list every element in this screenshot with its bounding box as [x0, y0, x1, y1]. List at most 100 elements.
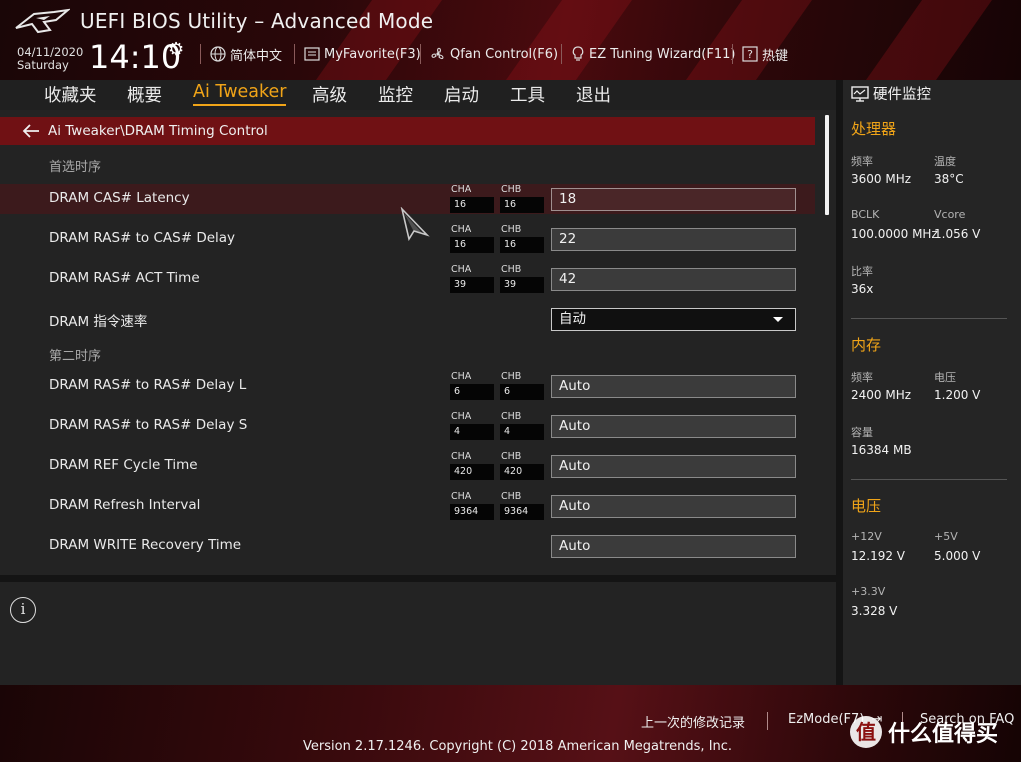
monitor-divider [851, 318, 1007, 319]
ref-cycle-input[interactable]: Auto [551, 455, 796, 478]
cha-caption: CHA [451, 451, 472, 462]
chb-readout: CHB 9364 [500, 491, 544, 521]
mem-volt-label: 电压 [934, 371, 956, 384]
header-divider [200, 44, 201, 64]
ez-tuning-label: EZ Tuning Wizard(F11) [589, 46, 736, 62]
monitor-divider [851, 479, 1007, 480]
header-bar: UEFI BIOS Utility – Advanced Mode 04/11/… [0, 0, 1021, 80]
cha-readout: CHA 6 [450, 371, 494, 401]
tab-advanced[interactable]: 高级 [312, 82, 347, 107]
cha-value: 16 [450, 197, 494, 213]
chb-readout: CHB 4 [500, 411, 544, 441]
bulb-icon [572, 46, 584, 61]
chb-caption: CHB [501, 411, 522, 422]
tab-boot[interactable]: 启动 [444, 82, 479, 107]
v33-label: +3.3V [851, 585, 886, 598]
language-button[interactable]: 简体中文 [210, 44, 282, 64]
cha-readout: CHA 16 [450, 184, 494, 214]
setting-label: DRAM WRITE Recovery Time [49, 537, 242, 553]
chb-value: 39 [500, 277, 544, 293]
command-rate-select[interactable]: 自动 [551, 308, 796, 331]
scrollbar-thumb[interactable] [825, 115, 829, 215]
monitor-title-label: 硬件监控 [873, 87, 931, 103]
setting-row-command-rate[interactable]: DRAM 指令速率 自动 [0, 304, 815, 334]
cha-caption: CHA [451, 264, 472, 275]
day-text: Saturday [17, 58, 69, 72]
tab-favorites[interactable]: 收藏夹 [44, 82, 97, 107]
section-secondary-timings: 第二时序 [49, 349, 102, 364]
chb-readout: CHB 16 [500, 224, 544, 254]
cha-value: 4 [450, 424, 494, 440]
v33-value: 3.328 V [851, 604, 898, 618]
hotkeys-button[interactable]: ? 热键 [742, 44, 788, 64]
setting-row-ref-cycle[interactable]: DRAM REF Cycle Time CHA 420 CHB 420 Auto [0, 451, 815, 481]
cpu-heading: 处理器 [851, 120, 897, 138]
ez-tuning-button[interactable]: EZ Tuning Wizard(F11) [571, 44, 735, 64]
tab-monitor[interactable]: 监控 [378, 82, 413, 107]
last-modified-button[interactable]: 上一次的修改记录 [641, 712, 745, 731]
cha-value: 39 [450, 277, 494, 293]
fan-icon [431, 47, 444, 60]
setting-row-write-recovery[interactable]: DRAM WRITE Recovery Time Auto [0, 531, 815, 561]
vcore-value: 1.056 V [934, 227, 981, 241]
cha-value: 9364 [450, 504, 494, 520]
refresh-interval-input[interactable]: Auto [551, 495, 796, 518]
cpu-temp-label: 温度 [934, 155, 956, 168]
header-divider [420, 44, 421, 64]
cha-value: 16 [450, 237, 494, 253]
tab-exit[interactable]: 退出 [576, 82, 611, 107]
mem-freq-label: 频率 [851, 371, 873, 384]
chb-caption: CHB [501, 224, 522, 235]
watermark-logo: 值 什么值得买 [850, 716, 998, 748]
tab-ai-tweaker[interactable]: Ai Tweaker [193, 82, 287, 106]
chb-value: 16 [500, 197, 544, 213]
back-arrow-icon[interactable] [22, 124, 40, 138]
setting-row-refresh-interval[interactable]: DRAM Refresh Interval CHA 9364 CHB 9364 Au… [0, 491, 815, 521]
chb-caption: CHB [501, 264, 522, 275]
cas-latency-input[interactable]: 18 [551, 188, 796, 211]
setting-row-rrd-l[interactable]: DRAM RAS# to RAS# Delay L CHA 6 CHB 6 Auto [0, 371, 815, 401]
chb-readout: CHB 6 [500, 371, 544, 401]
bclk-value: 100.0000 MHz [851, 227, 938, 241]
rrd-s-input[interactable]: Auto [551, 415, 796, 438]
breadcrumb-path: Ai Tweaker\DRAM Timing Control [48, 123, 268, 139]
cha-readout: CHA 420 [450, 451, 494, 481]
gear-icon[interactable]: ⚙ [168, 39, 184, 60]
mem-capacity-value: 16384 MB [851, 443, 912, 457]
settings-panel: Ai Tweaker\DRAM Timing Control 首选时序 DRAM… [0, 110, 836, 575]
ras-to-cas-input[interactable]: 22 [551, 228, 796, 251]
cha-readout: CHA 4 [450, 411, 494, 441]
chb-readout: CHB 420 [500, 451, 544, 481]
breadcrumb[interactable]: Ai Tweaker\DRAM Timing Control [0, 117, 815, 145]
memory-heading: 内存 [851, 336, 882, 354]
app-title: UEFI BIOS Utility – Advanced Mode [80, 9, 434, 33]
v12-value: 12.192 V [851, 549, 906, 563]
write-recovery-input[interactable]: Auto [551, 535, 796, 558]
header-divider [732, 44, 733, 64]
voltage-heading: 电压 [851, 497, 882, 515]
header-divider [561, 44, 562, 64]
tab-tool[interactable]: 工具 [510, 82, 545, 107]
cha-caption: CHA [451, 371, 472, 382]
mouse-cursor-icon [400, 207, 430, 241]
cpu-freq-label: 频率 [851, 155, 873, 168]
ras-act-time-input[interactable]: 42 [551, 268, 796, 291]
info-icon: i [10, 597, 36, 623]
cpu-temp-value: 38°C [934, 172, 964, 186]
qfan-button[interactable]: Qfan Control(F6) [430, 44, 558, 64]
rrd-l-input[interactable]: Auto [551, 375, 796, 398]
setting-row-rrd-s[interactable]: DRAM RAS# to RAS# Delay S CHA 4 CHB 4 Auto [0, 411, 815, 441]
setting-row-ras-act-time[interactable]: DRAM RAS# ACT Time CHA 39 CHB 39 42 [0, 264, 815, 294]
chb-value: 4 [500, 424, 544, 440]
myfavorite-button[interactable]: MyFavorite(F3) [304, 44, 421, 64]
date-display: 04/11/2020 Saturday [17, 46, 83, 72]
setting-label: DRAM CAS# Latency [49, 190, 190, 206]
v5-label: +5V [934, 530, 958, 543]
header-divider [294, 44, 295, 64]
cha-readout: CHA 39 [450, 264, 494, 294]
tab-main[interactable]: 概要 [127, 82, 162, 107]
chb-value: 420 [500, 464, 544, 480]
qfan-label: Qfan Control(F6) [450, 46, 559, 62]
v5-value: 5.000 V [934, 549, 981, 563]
rog-logo-icon [15, 8, 70, 34]
